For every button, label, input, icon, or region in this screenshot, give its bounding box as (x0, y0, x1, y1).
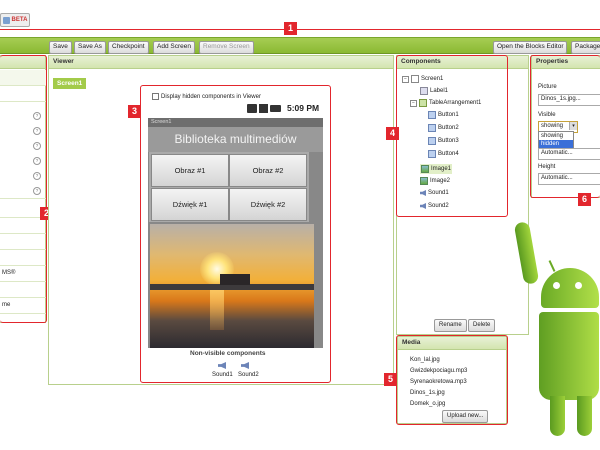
viewer-highlight (140, 85, 331, 383)
beta-label: BETA (11, 17, 28, 23)
badge-5: 5 (384, 373, 397, 386)
robot-antenna (548, 260, 556, 272)
remove-screen-button[interactable]: Remove Screen (199, 41, 254, 54)
robot-leg (577, 396, 592, 436)
beta-badge: BETA (0, 13, 30, 27)
badge-3: 3 (128, 105, 141, 118)
robot-leg (550, 396, 565, 436)
robot-arm-left (513, 221, 540, 285)
media-highlight (396, 335, 508, 425)
nonvisible-sound1[interactable]: Sound1 (212, 372, 233, 378)
toolbar-highlight (0, 29, 600, 40)
save-as-button[interactable]: Save As (74, 41, 106, 54)
app-logo-icon (2, 16, 10, 24)
viewer-header: Viewer (49, 56, 393, 69)
components-highlight (396, 55, 508, 217)
delete-button[interactable]: Delete (468, 319, 496, 332)
add-screen-button[interactable]: Add Screen (153, 41, 195, 54)
open-blocks-editor-button[interactable]: Open the Blocks Editor (493, 41, 568, 54)
robot-body (539, 312, 599, 400)
rename-button[interactable]: Rename (434, 319, 467, 332)
screen-tab[interactable]: Screen1 (53, 78, 87, 89)
nonvisible-title: Non-visible components (190, 350, 266, 357)
badge-4: 4 (386, 127, 399, 140)
android-robot-illustration (505, 200, 600, 440)
save-button[interactable]: Save (49, 41, 72, 54)
palette-highlight (0, 55, 47, 323)
robot-head (541, 268, 599, 308)
robot-eye (575, 282, 582, 289)
nonvisible-sound2[interactable]: Sound2 (238, 372, 259, 378)
properties-highlight (530, 55, 600, 198)
checkpoint-button[interactable]: Checkpoint (108, 41, 149, 54)
robot-eye (553, 282, 560, 289)
badge-1: 1 (284, 22, 297, 35)
package-button[interactable]: Package (571, 41, 600, 54)
